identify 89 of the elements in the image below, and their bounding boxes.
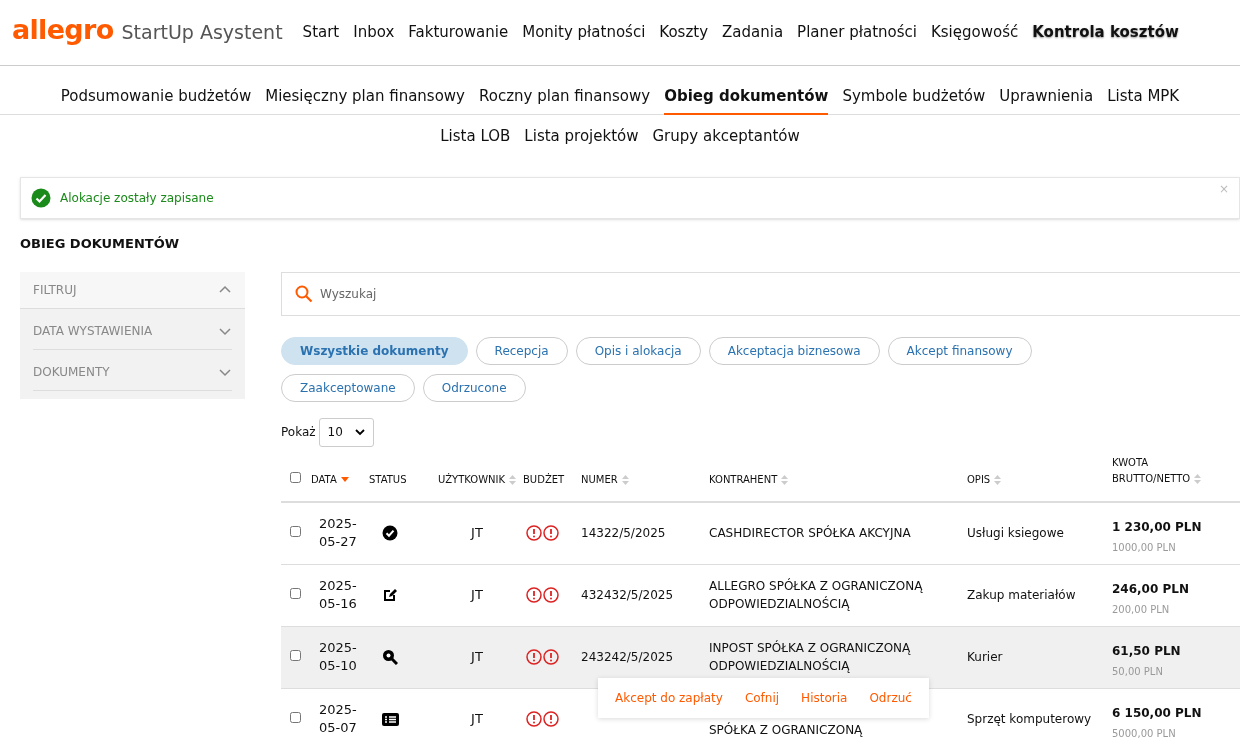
filter-chip[interactable]: Wszystkie dokumenty [281,336,468,365]
gross-amount: 246,00 PLN [1112,580,1190,598]
nav-link[interactable]: Zadania [722,21,784,44]
gross-amount: 1 230,00 PLN [1112,518,1203,536]
nav-link[interactable]: Kontrola kosztów [1032,21,1179,44]
tab[interactable]: Obieg dokumentów [664,85,829,115]
column-header[interactable]: DATA [311,471,349,487]
magnifier-icon [382,649,398,665]
warning-icon [526,711,542,727]
tab[interactable]: Uprawnienia [999,85,1094,115]
description-cell: Zakup materiałów [967,588,1076,602]
tab[interactable]: Lista MPK [1107,85,1180,115]
column-header[interactable]: KWOTA BRUTTO/NETTO [1112,454,1202,487]
table-row[interactable]: 2025-05-10 JT 243242/5/2025 INPOST SPÓŁKA Z OGRANICZONĄ ODPOWIEDZIALNOŚCIĄ Kurier 61,50 PLN 50,00 PLN [281,626,1240,689]
nav-link[interactable]: Księgowość [930,21,1019,44]
page-title: OBIEG DOKUMENTÓW [20,235,181,253]
contractor-cell-text: ALLEGRO SPÓŁKA Z OGRANICZONĄ ODPOWIEDZIALNOŚCIĄ [709,577,924,613]
logo: allegro [12,13,114,48]
select-all-checkbox[interactable] [290,471,301,483]
date-cell-text: 2025-05-07 [319,701,358,737]
column-header[interactable]: UŻYTKOWNIK [437,471,517,487]
list-icon [381,711,399,727]
tab[interactable]: Roczny plan finansowy [479,85,651,115]
number-cell: 14322/5/2025 [581,526,666,540]
check-circle-icon [31,188,51,208]
nav-link[interactable]: Planer płatności [797,21,917,44]
description-cell: Usługi ksiegowe [967,526,1064,540]
gross-amount: 61,50 PLN [1112,642,1182,660]
net-amount: 1000,00 PLN [1112,540,1177,555]
alert-message: Alokacje zostały zapisane [60,190,214,207]
number-cell: 432432/5/2025 [581,588,674,602]
gross-amount: 6 150,00 PLN [1112,704,1203,722]
description-cell: Sprzęt komputerowy [967,712,1092,726]
row-checkbox[interactable] [290,712,301,723]
tab[interactable]: Grupy akceptantów [652,125,800,155]
nav-link[interactable]: Start [302,21,340,44]
user-cell-text: JT [471,710,483,729]
warning-icon [526,525,542,541]
row-checkbox[interactable] [290,526,301,537]
sort-icon [1194,473,1202,484]
chevron-icon [354,428,365,436]
row-checkbox[interactable] [290,588,301,599]
column-header[interactable]: OPIS [967,471,1002,487]
check-circle-icon [382,525,398,541]
warning-icon [543,649,559,665]
contractor-cell-text: SPÓŁKA Z OGRANICZONĄ [709,721,864,739]
date-cell-text: 2025-05-16 [319,577,358,613]
tab[interactable]: Podsumowanie budżetów [60,85,252,115]
number-cell: 243242/5/2025 [581,650,674,664]
nav-link[interactable]: Inbox [353,21,395,44]
tab[interactable]: Symbole budżetów [842,85,986,115]
warning-icon [526,587,542,603]
sort-icon [621,474,629,485]
search-field[interactable]: Wyszukaj [281,271,1240,316]
warning-icon [543,711,559,727]
warning-icon [543,587,559,603]
nav-link[interactable]: Fakturowanie [408,21,509,44]
page-size-label: Pokaż [281,424,316,441]
sort-icon [781,474,789,485]
net-amount: 50,00 PLN [1112,664,1164,679]
user-cell-text: JT [471,524,483,543]
column-header[interactable]: NUMER [581,471,629,487]
product-name: StartUp Asystent [121,20,283,46]
tab[interactable]: Lista projektów [524,125,639,155]
sort-icon [994,474,1002,485]
column-header[interactable]: BUDŻET [523,471,565,487]
date-cell-text: 2025-05-10 [319,639,358,675]
description-cell: Kurier [967,650,1003,664]
nav-link[interactable]: Monity płatności [522,21,646,44]
row-checkbox[interactable] [290,650,301,661]
contractor-cell-text: INPOST SPÓŁKA Z OGRANICZONĄ ODPOWIEDZIALNOŚCIĄ [709,639,912,675]
warning-icon [526,649,542,665]
date-cell-text: 2025-05-27 [319,515,358,551]
sort-icon [509,474,517,485]
user-cell-text: JT [471,648,483,667]
page-size-select[interactable]: 10 [318,417,374,447]
net-amount: 5000,00 PLN [1112,726,1177,741]
column-header[interactable]: KONTRAHENT [709,471,789,487]
warning-icon [543,525,559,541]
contractor-cell-text: CASHDIRECTOR SPÓŁKA AKCYJNA [709,524,912,542]
edit-icon [382,587,398,603]
nav-link[interactable]: Koszty [659,21,709,44]
column-header[interactable]: STATUS [369,471,407,487]
tab[interactable]: Lista LOB [440,125,511,155]
sort-desc-icon [340,476,349,483]
tab[interactable]: Miesięczny plan finansowy [265,85,465,115]
search-icon [295,284,313,303]
user-cell-text: JT [471,586,483,605]
net-amount: 200,00 PLN [1112,602,1171,617]
